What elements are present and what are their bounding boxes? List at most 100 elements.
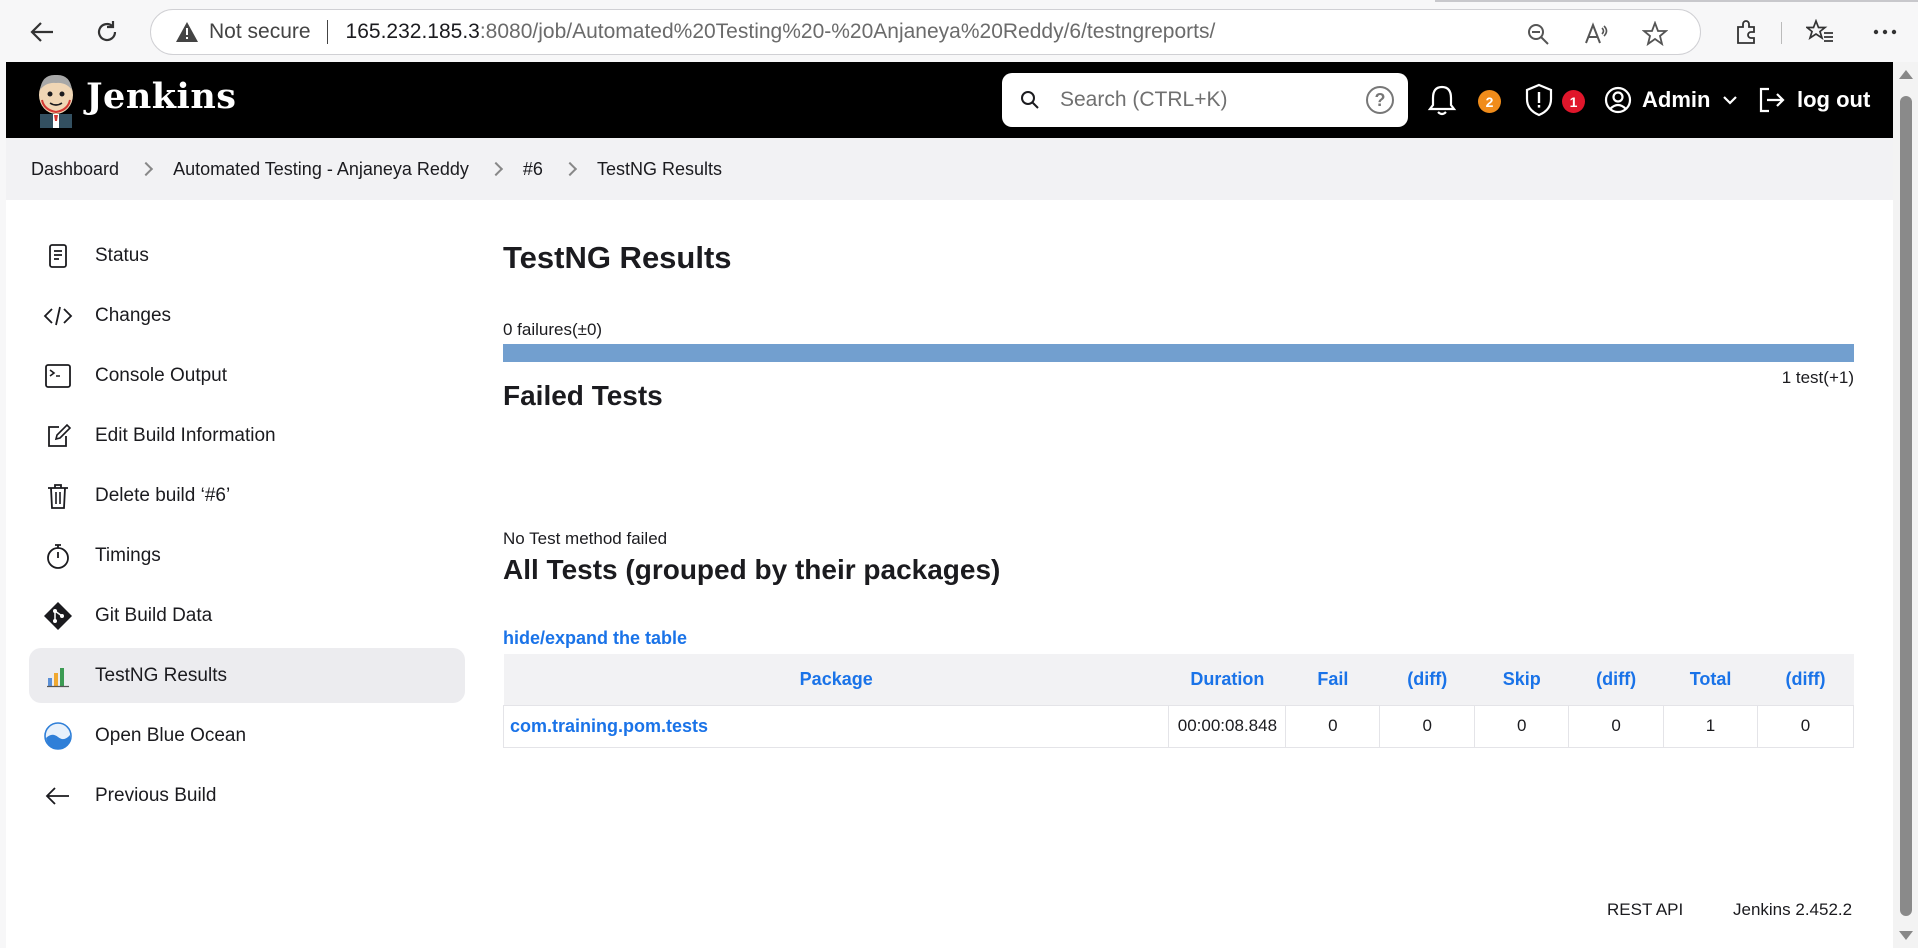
column-header-skip-diff[interactable]: (diff) bbox=[1568, 654, 1664, 705]
sidebar-item-open-blue-ocean[interactable]: Open Blue Ocean bbox=[29, 708, 465, 763]
stopwatch-icon bbox=[43, 541, 73, 571]
logout-button[interactable]: log out bbox=[1757, 80, 1870, 120]
browser-toolbar: Not secure 165.232.185.3:8080/job/Automa… bbox=[0, 0, 1918, 62]
omnibox-divider bbox=[326, 20, 328, 44]
total-cell: 1 bbox=[1663, 704, 1758, 748]
no-failed-message: No Test method failed bbox=[503, 529, 668, 548]
edit-icon bbox=[43, 421, 73, 451]
favorites-icon[interactable] bbox=[1805, 17, 1835, 47]
sidebar-item-label: Status bbox=[95, 244, 149, 266]
column-header-fail-diff[interactable]: (diff) bbox=[1379, 654, 1475, 705]
breadcrumb: Dashboard Automated Testing - Anjaneya R… bbox=[6, 138, 1893, 200]
test-progress-bar bbox=[503, 344, 1854, 362]
search-input[interactable]: Search (CTRL+K) ? bbox=[1002, 73, 1408, 127]
chevron-right-icon bbox=[138, 161, 154, 177]
jenkins-brand[interactable]: Jenkins bbox=[86, 76, 236, 117]
back-button[interactable] bbox=[22, 14, 62, 50]
column-header-fail[interactable]: Fail bbox=[1285, 654, 1380, 705]
breadcrumb-job[interactable]: Automated Testing - Anjaneya Reddy bbox=[173, 159, 469, 180]
failed-tests-heading: Failed Tests bbox=[503, 380, 663, 411]
column-header-duration[interactable]: Duration bbox=[1168, 654, 1286, 705]
sidebar-item-testng-results[interactable]: TestNG Results bbox=[29, 648, 465, 703]
bell-icon bbox=[1427, 85, 1457, 116]
scrollbar-thumb[interactable] bbox=[1900, 96, 1912, 916]
total-diff-cell: 0 bbox=[1757, 704, 1854, 748]
security-label[interactable]: Not secure bbox=[209, 20, 311, 44]
sidebar-item-label: TestNG Results bbox=[95, 664, 227, 686]
sidebar-item-label: Console Output bbox=[95, 364, 228, 386]
blue-ocean-icon bbox=[43, 721, 73, 751]
sidebar-item-changes[interactable]: Changes bbox=[29, 288, 465, 343]
user-avatar-icon bbox=[1604, 86, 1632, 114]
sidebar-item-label: Changes bbox=[95, 304, 172, 326]
more-menu-icon[interactable] bbox=[1870, 17, 1900, 47]
trash-icon bbox=[43, 481, 73, 511]
tests-count: 1 test(+1) bbox=[1781, 368, 1854, 387]
breadcrumb-build[interactable]: #6 bbox=[523, 159, 543, 180]
chevron-down-icon bbox=[1723, 96, 1738, 105]
toolbar-divider bbox=[1781, 22, 1782, 44]
sidebar-item-label: Edit Build Information bbox=[95, 424, 276, 446]
skip-diff-cell: 0 bbox=[1568, 704, 1665, 748]
column-header-package[interactable]: Package bbox=[503, 654, 1169, 705]
column-header-total-diff[interactable]: (diff) bbox=[1757, 654, 1854, 705]
security-button[interactable] bbox=[1524, 80, 1554, 120]
sidebar-item-status[interactable]: Status bbox=[29, 228, 465, 283]
fail-cell: 0 bbox=[1285, 704, 1381, 748]
test-progress-fill bbox=[503, 344, 1854, 362]
packages-table: Package Duration Fail (diff) Skip (diff)… bbox=[502, 654, 1854, 748]
favorite-star-icon[interactable] bbox=[1641, 20, 1669, 48]
zoom-out-icon[interactable] bbox=[1524, 20, 1552, 48]
scroll-up-arrow-icon[interactable] bbox=[1899, 70, 1913, 79]
jenkins-version[interactable]: Jenkins 2.452.2 bbox=[1733, 900, 1852, 920]
url-path: :8080/job/Automated%20Testing%20-%20Anja… bbox=[479, 20, 1216, 43]
sidebar-item-label: Open Blue Ocean bbox=[95, 724, 247, 746]
security-badge: 1 bbox=[1562, 90, 1585, 113]
table-row: com.training.pom.tests 00:00:08.848 0 0 … bbox=[502, 704, 1854, 748]
toggle-table-link[interactable]: hide/expand the table bbox=[503, 628, 687, 649]
column-header-total[interactable]: Total bbox=[1663, 654, 1758, 705]
help-icon[interactable]: ? bbox=[1366, 86, 1394, 114]
refresh-button[interactable] bbox=[87, 14, 127, 50]
package-link[interactable]: com.training.pom.tests bbox=[502, 704, 1170, 748]
sidebar-item-label: Previous Build bbox=[95, 784, 217, 806]
sidebar-item-previous-build[interactable]: Previous Build bbox=[29, 768, 465, 823]
document-icon bbox=[43, 241, 73, 271]
sidebar: Status Changes Console Output Edit Build… bbox=[29, 228, 465, 828]
arrow-left-icon bbox=[43, 781, 73, 811]
sidebar-item-console-output[interactable]: Console Output bbox=[29, 348, 465, 403]
chart-icon bbox=[43, 661, 73, 691]
notifications-badge: 2 bbox=[1478, 90, 1501, 113]
scroll-down-arrow-icon[interactable] bbox=[1899, 931, 1913, 940]
page-scrollbar[interactable] bbox=[1893, 62, 1918, 948]
search-placeholder: Search (CTRL+K) bbox=[1060, 88, 1228, 111]
url-host: 165.232.185.3 bbox=[345, 20, 480, 43]
sidebar-item-delete-build[interactable]: Delete build ‘#6’ bbox=[29, 468, 465, 523]
duration-cell: 00:00:08.848 bbox=[1168, 704, 1287, 748]
user-name: Admin bbox=[1642, 87, 1711, 112]
sidebar-item-label: Delete build ‘#6’ bbox=[95, 484, 231, 506]
user-menu[interactable]: Admin bbox=[1604, 80, 1738, 120]
sidebar-item-timings[interactable]: Timings bbox=[29, 528, 465, 583]
skip-cell: 0 bbox=[1474, 704, 1570, 748]
shield-icon bbox=[1525, 83, 1553, 117]
code-icon bbox=[43, 301, 73, 331]
refresh-icon bbox=[97, 21, 117, 42]
breadcrumb-dashboard[interactable]: Dashboard bbox=[31, 159, 119, 180]
table-header-row: Package Duration Fail (diff) Skip (diff)… bbox=[503, 654, 1854, 705]
extensions-icon[interactable] bbox=[1731, 17, 1761, 47]
failures-summary: 0 failures(±0) bbox=[503, 320, 603, 339]
read-aloud-icon[interactable] bbox=[1583, 20, 1611, 48]
column-header-skip[interactable]: Skip bbox=[1474, 654, 1569, 705]
all-tests-heading: All Tests (grouped by their packages) bbox=[503, 554, 1001, 585]
rest-api-link[interactable]: REST API bbox=[1607, 900, 1683, 920]
breadcrumb-current[interactable]: TestNG Results bbox=[597, 159, 722, 180]
notifications-button[interactable] bbox=[1427, 80, 1457, 120]
tab-strip-edge bbox=[1435, 0, 1918, 2]
sidebar-item-edit-build-information[interactable]: Edit Build Information bbox=[29, 408, 465, 463]
jenkins-header: Jenkins Search (CTRL+K) ? 2 1 Admin log … bbox=[6, 62, 1893, 138]
url-text[interactable]: 165.232.185.3:8080/job/Automated%20Testi… bbox=[346, 20, 1216, 44]
jenkins-logo-icon[interactable] bbox=[30, 70, 88, 128]
address-bar[interactable]: Not secure 165.232.185.3:8080/job/Automa… bbox=[150, 9, 1701, 55]
sidebar-item-git-build-data[interactable]: Git Build Data bbox=[29, 588, 465, 643]
